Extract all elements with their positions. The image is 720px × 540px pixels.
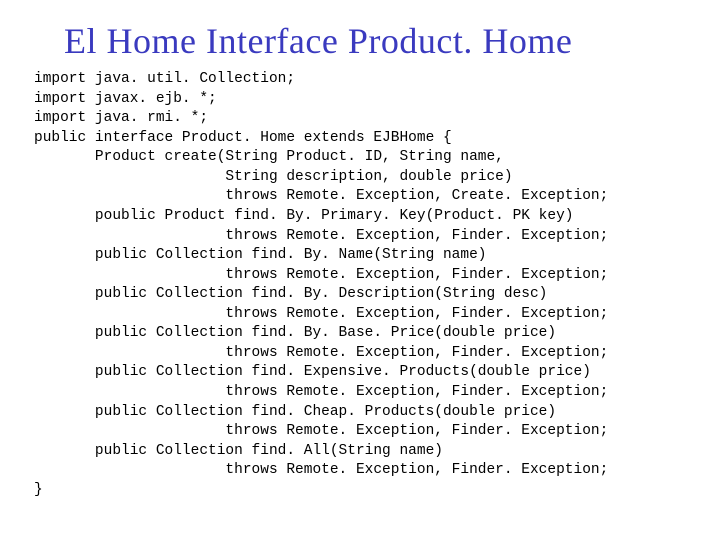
- slide: El Home Interface Product. Home import j…: [0, 0, 720, 540]
- slide-title: El Home Interface Product. Home: [0, 0, 720, 62]
- code-block: import java. util. Collection; import ja…: [0, 62, 720, 500]
